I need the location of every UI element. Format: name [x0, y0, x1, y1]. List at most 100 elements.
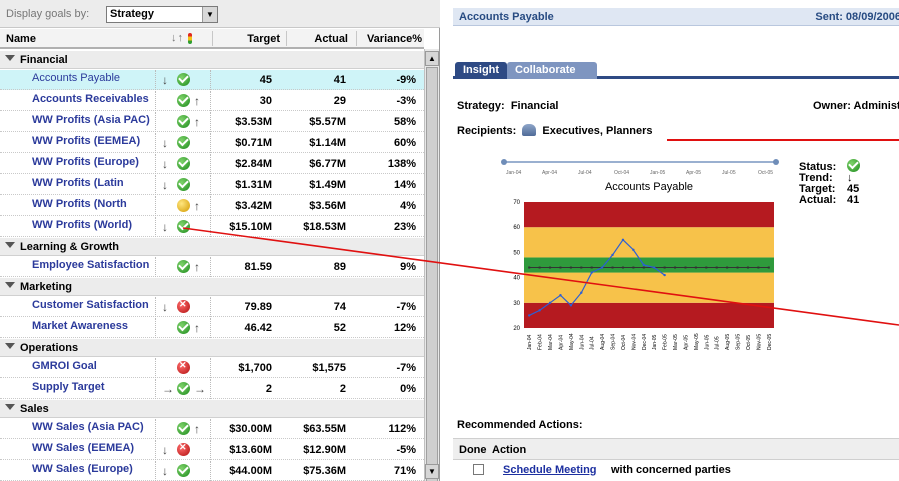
- goal-row[interactable]: Accounts Receivables ↑ 30 29 -3%: [0, 91, 424, 111]
- goal-name-link[interactable]: Supply Target: [32, 381, 154, 393]
- goal-row[interactable]: WW Profits (Latin ↓ $1.31M $1.49M 14%: [0, 175, 424, 195]
- goal-row[interactable]: WW Profits (World) ↓ $15.10M $18.53M 23%: [0, 217, 424, 237]
- grid-header: Name ↓↑ Target Actual Variance%: [0, 29, 424, 49]
- goal-name-link[interactable]: Market Awareness: [32, 320, 154, 332]
- trend-down-icon: ↓: [162, 464, 168, 478]
- goal-name-link[interactable]: WW Profits (Asia PAC): [32, 114, 154, 126]
- display-by-select[interactable]: Strategy ▼: [106, 6, 218, 23]
- goal-name-link[interactable]: Customer Satisfaction: [32, 299, 154, 311]
- collapse-triangle-icon[interactable]: [5, 282, 15, 288]
- goal-row[interactable]: Supply Target → → 2 2 0%: [0, 379, 424, 399]
- vertical-scrollbar[interactable]: ▲ ▼: [424, 49, 439, 481]
- goal-target: $30.00M: [229, 423, 272, 435]
- goal-actual: $5.57M: [309, 116, 346, 128]
- tab-insight[interactable]: Insight: [455, 62, 508, 79]
- goal-variance: 60%: [393, 137, 416, 149]
- trend-down-icon: ↓: [162, 157, 168, 171]
- x-tick-label: Mar-05: [673, 334, 679, 350]
- goal-name-link[interactable]: WW Sales (Asia PAC): [32, 421, 154, 433]
- goal-name-link[interactable]: WW Profits (World): [32, 219, 154, 231]
- goal-row[interactable]: Market Awareness ↑ 46.42 52 12%: [0, 318, 424, 338]
- filter-bar: Display goals by: Strategy ▼: [0, 0, 440, 28]
- detail-header: Accounts Payable Sent: 08/09/2006: [453, 8, 899, 26]
- goal-row[interactable]: Employee Satisfaction ↑ 81.59 89 9%: [0, 257, 424, 277]
- trend-down-icon: ↓: [162, 220, 168, 234]
- group-header[interactable]: Marketing: [0, 278, 424, 296]
- goal-name-link[interactable]: WW Sales (EEMEA): [32, 442, 154, 454]
- schedule-meeting-link[interactable]: Schedule Meeting: [503, 464, 597, 476]
- goal-name-link[interactable]: WW Profits (Europe): [32, 156, 154, 168]
- column-actual[interactable]: Actual: [288, 33, 348, 45]
- collapse-triangle-icon[interactable]: [5, 55, 15, 61]
- goal-row[interactable]: WW Profits (EEMEA) ↓ $0.71M $1.14M 60%: [0, 133, 424, 153]
- action-row: Schedule Meeting with concerned parties: [453, 462, 899, 480]
- goal-actual: 89: [333, 261, 346, 273]
- status-warn-icon: [177, 199, 190, 212]
- done-checkbox[interactable]: [473, 464, 484, 475]
- tab-collaborate[interactable]: Collaborate: [507, 62, 597, 79]
- goal-name-link[interactable]: Accounts Receivables: [32, 93, 154, 105]
- scroll-up-icon[interactable]: ▲: [425, 51, 439, 66]
- scroll-down-icon[interactable]: ▼: [425, 464, 439, 479]
- strategy-line: Strategy: Financial: [457, 100, 559, 112]
- recommended-actions-title: Recommended Actions:: [457, 419, 583, 431]
- goals-grid: Financial Accounts Payable ↓ 45 41 -9% Account…: [0, 51, 424, 481]
- target-point: [559, 266, 562, 269]
- target-point: [746, 266, 749, 269]
- goal-row[interactable]: WW Profits (Europe) ↓ $2.84M $6.77M 138%: [0, 154, 424, 174]
- target-point: [569, 266, 572, 269]
- actual-label: Actual:: [799, 194, 837, 206]
- trend-status-header-icon: ↓↑: [171, 32, 192, 44]
- goal-row[interactable]: WW Sales (Asia PAC) ↑ $30.00M $63.55M 112%: [0, 419, 424, 439]
- goal-actual: 2: [339, 383, 346, 395]
- collapse-triangle-icon[interactable]: [5, 404, 15, 410]
- x-tick-label: Jan-04: [527, 334, 533, 350]
- goal-detail-panel: Accounts Payable Sent: 08/09/2006 Insigh…: [441, 0, 899, 481]
- group-header[interactable]: Operations: [0, 339, 424, 357]
- collapse-triangle-icon[interactable]: [5, 242, 15, 248]
- actual-value: 41: [847, 194, 860, 206]
- goal-actual: $1.49M: [309, 179, 346, 191]
- column-name[interactable]: Name: [6, 33, 36, 45]
- collapse-triangle-icon[interactable]: [5, 343, 15, 349]
- goal-row[interactable]: WW Sales (EEMEA) ↓ $13.60M $12.90M -5%: [0, 440, 424, 460]
- goal-variance: -3%: [396, 95, 416, 107]
- goal-row[interactable]: WW Sales (Europe) ↓ $44.00M $75.36M 71%: [0, 461, 424, 481]
- goal-name-link[interactable]: GMROI Goal: [32, 360, 154, 372]
- goal-name-link[interactable]: WW Sales (Europe): [32, 463, 154, 475]
- goal-name-link[interactable]: Employee Satisfaction: [32, 259, 154, 271]
- trend-down-icon: ↓: [162, 178, 168, 192]
- column-variance[interactable]: Variance%: [360, 33, 422, 45]
- column-target[interactable]: Target: [218, 33, 280, 45]
- goal-name-link[interactable]: WW Profits (EEMEA): [32, 135, 154, 147]
- status-ok-icon: [177, 382, 190, 395]
- actual-point: [632, 248, 635, 252]
- chevron-down-icon[interactable]: ▼: [202, 7, 217, 22]
- group-header[interactable]: Learning & Growth: [0, 238, 424, 256]
- status-ok-icon: [177, 94, 190, 107]
- goal-target: $2.84M: [235, 158, 272, 170]
- group-label: Learning & Growth: [20, 241, 119, 253]
- target-point: [705, 266, 708, 269]
- target-point: [674, 266, 677, 269]
- goal-name-link[interactable]: Accounts Payable: [32, 72, 154, 84]
- trend-down-icon: ↓: [162, 300, 168, 314]
- goal-row[interactable]: WW Profits (North ↑ $3.42M $3.56M 4%: [0, 196, 424, 216]
- group-header[interactable]: Financial: [0, 51, 424, 69]
- target-point: [611, 266, 614, 269]
- goal-name-link[interactable]: WW Profits (North: [32, 198, 154, 210]
- status-ok-icon: [177, 464, 190, 477]
- x-tick-label: Apr-04: [558, 335, 564, 350]
- goal-row[interactable]: WW Profits (Asia PAC) ↑ $3.53M $5.57M 58%: [0, 112, 424, 132]
- x-tick-label: Dec-05: [767, 334, 773, 350]
- target-point: [632, 266, 635, 269]
- goal-name-link[interactable]: WW Profits (Latin: [32, 177, 154, 189]
- goal-row[interactable]: Accounts Payable ↓ 45 41 -9%: [0, 70, 424, 90]
- goal-row[interactable]: GMROI Goal $1,700 $1,575 -7%: [0, 358, 424, 378]
- goal-variance: -7%: [396, 301, 416, 313]
- goal-variance: 4%: [400, 200, 416, 212]
- goal-row[interactable]: Customer Satisfaction ↓ 79.89 74 -7%: [0, 297, 424, 317]
- group-header[interactable]: Sales: [0, 400, 424, 418]
- y-tick-label: 60: [513, 225, 520, 231]
- scroll-thumb[interactable]: [426, 67, 438, 481]
